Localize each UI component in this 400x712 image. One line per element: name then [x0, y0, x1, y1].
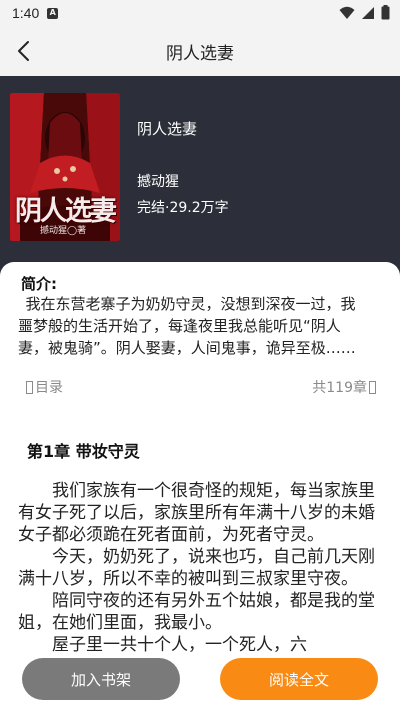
- status-icons: [339, 5, 390, 20]
- toc-left: 目录: [24, 377, 63, 397]
- status-bar: 1:40 A: [0, 0, 400, 26]
- book-header: 阴人选妻 撼动猩◯著 阴人选妻 撼动猩 完结·29.2万字: [0, 76, 400, 276]
- page-title: 阴人选妻: [166, 43, 234, 64]
- intro-text[interactable]: 我在东营老寨子为奶奶守灵，没想到深夜一过，我噩梦般的生活开始了，每逢夜里我总能听…: [18, 293, 370, 359]
- battery-icon: [381, 5, 390, 20]
- chapter-paragraph: 我们家族有一个很奇怪的规矩，每当家族里有女子死了以后，家族里所有年满十八岁的未婚…: [18, 481, 375, 545]
- notification-icon: A: [47, 7, 59, 19]
- chapter-paragraph: 陪同守夜的还有另外五个姑娘，都是我的堂姐，在她们里面，我最小。: [18, 591, 375, 633]
- book-cover[interactable]: 阴人选妻 撼动猩◯著: [10, 93, 120, 241]
- wifi-icon: [339, 6, 355, 19]
- chapter-title: 第1章 带妆守灵: [27, 442, 140, 461]
- status-time: 1:40: [12, 5, 40, 21]
- book-meta: 完结·29.2万字: [137, 200, 229, 216]
- chapter-body: 我们家族有一个很奇怪的规矩，每当家族里有女子死了以后，家族里所有年满十八岁的未婚…: [18, 480, 382, 656]
- back-arrow-icon[interactable]: [12, 38, 38, 64]
- add-to-shelf-button[interactable]: 加入书架: [22, 658, 180, 700]
- chapter-paragraph: 今天，奶奶死了，说来也巧，自己前几天刚满十八岁，所以不幸的被叫到三叔家里守夜。: [18, 547, 375, 589]
- signal-icon: [362, 6, 374, 19]
- cover-author-text: 撼动猩◯著: [40, 226, 87, 236]
- top-nav-bar: 阴人选妻: [0, 26, 400, 76]
- chapter-paragraph: 屋子里一共十个人，一个死人，六: [52, 635, 307, 655]
- intro-label: 简介:: [21, 275, 57, 293]
- book-title: 阴人选妻: [137, 120, 198, 138]
- list-icon: [26, 380, 33, 394]
- toc-label: 目录: [35, 380, 63, 396]
- table-of-contents-row[interactable]: 目录 共119章: [0, 375, 400, 401]
- chapter-count: 共119章: [312, 380, 367, 396]
- toc-right: 共119章: [312, 377, 378, 397]
- book-author: 撼动猩: [137, 174, 179, 190]
- chevron-right-icon: [369, 380, 376, 394]
- content-sheet: 简介: 我在东营老寨子为奶奶守灵，没想到深夜一过，我噩梦般的生活开始了，每逢夜里…: [0, 262, 400, 712]
- read-full-text-button[interactable]: 阅读全文: [220, 658, 378, 700]
